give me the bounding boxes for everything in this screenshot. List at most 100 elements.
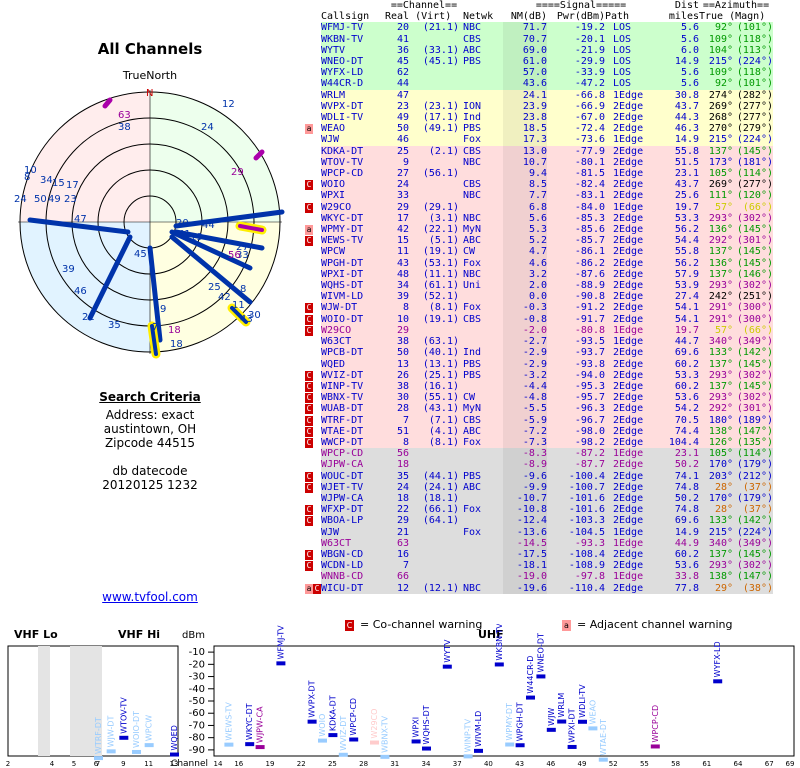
x-tick-label: 64 <box>734 760 743 768</box>
row-flag <box>305 56 321 68</box>
callsign-cell[interactable]: WKYC-DT <box>321 213 385 224</box>
callsign-cell[interactable]: WPMY-DT <box>321 224 385 235</box>
pwr-cell: -86.2 <box>574 257 605 269</box>
station-label: WJPW-CA <box>256 706 265 743</box>
site-link[interactable]: www.tvfool.com <box>0 590 300 604</box>
callsign-cell[interactable]: WVPX-DT <box>321 101 385 112</box>
virt-cell: (24.1) <box>422 481 459 493</box>
callsign-cell[interactable]: WTOV-TV <box>321 157 385 168</box>
callsign-cell[interactable]: W44CR-D <box>321 78 385 89</box>
callsign-cell[interactable]: WQED <box>321 359 385 370</box>
callsign-cell[interactable]: WKBN-TV <box>321 34 385 45</box>
callsign-cell[interactable]: WPCP-CD <box>321 168 385 179</box>
azimuth-true-cell: 138° <box>708 571 733 583</box>
callsign-cell[interactable]: WDLI-TV <box>321 112 385 123</box>
callsign-cell[interactable]: WUAB-DT <box>321 403 385 414</box>
callsign-cell[interactable]: WRLM <box>321 90 385 101</box>
callsign-cell[interactable]: W63CT <box>321 538 385 549</box>
station-label: WPCP-CD <box>349 698 358 736</box>
callsign-cell[interactable]: WQHS-DT <box>321 280 385 291</box>
azimuth-magn-cell: (300°) <box>736 302 773 314</box>
callsign-cell[interactable]: WJW <box>321 134 385 145</box>
callsign-cell[interactable]: WICU-DT <box>321 583 385 594</box>
cochannel-warning-icon: C <box>305 404 313 415</box>
callsign-cell[interactable]: WCDN-LD <box>321 560 385 571</box>
callsign-cell[interactable]: WPCW <box>321 246 385 257</box>
pwr-cell: -82.4 <box>574 179 605 191</box>
station-mark <box>307 719 317 724</box>
network-cell: PBS <box>463 358 482 370</box>
network-cell <box>463 515 503 526</box>
callsign-cell[interactable]: WVIZ-DT <box>321 370 385 381</box>
callsign-cell[interactable]: WJW-DT <box>321 302 385 313</box>
callsign-cell[interactable]: WBGN-CD <box>321 549 385 560</box>
polar-channel-label: 45 <box>134 249 147 260</box>
path-cell: 2Edge <box>613 156 644 168</box>
callsign-cell[interactable]: WNEO-DT <box>321 56 385 67</box>
callsign-cell[interactable]: WFMJ-TV <box>321 22 385 33</box>
azimuth-true-cell: 274° <box>708 89 733 101</box>
nm-cell: -2.0 <box>503 324 547 337</box>
path-cell: 2Edge <box>613 358 644 370</box>
x-tick-label: 22 <box>297 760 306 768</box>
callsign-cell[interactable]: WTRF-DT <box>321 415 385 426</box>
dist-cell: 44.7 <box>674 336 699 348</box>
azimuth-magn-cell: (142°) <box>736 347 773 359</box>
callsign-cell[interactable]: WEAO <box>321 123 385 134</box>
station-label: WIVM-LD <box>474 711 483 747</box>
x-tick-label: 61 <box>702 760 711 768</box>
callsign-cell[interactable]: WPXI-DT <box>321 269 385 280</box>
azimuth-true-cell: 28° <box>714 481 733 493</box>
network-cell: ABC <box>463 44 482 56</box>
callsign-cell[interactable]: WBOA-LP <box>321 515 385 526</box>
network-cell <box>463 459 503 470</box>
callsign-cell[interactable]: WJPW-CA <box>321 493 385 504</box>
callsign-cell[interactable]: WJET-TV <box>321 482 385 493</box>
callsign-cell[interactable]: KDKA-DT <box>321 146 385 157</box>
callsign-cell[interactable]: WINP-TV <box>321 381 385 392</box>
callsign-cell[interactable]: WEWS-TV <box>321 235 385 246</box>
nm-cell: -7.2 <box>503 425 547 437</box>
callsign-cell[interactable]: WWCP-DT <box>321 437 385 448</box>
callsign-cell[interactable]: WOIO <box>321 179 385 190</box>
pwr-cell: -84.0 <box>574 201 605 213</box>
callsign-cell[interactable]: WYTV <box>321 45 385 56</box>
dist-cell: 5.6 <box>680 78 699 90</box>
callsign-cell[interactable]: W29CO <box>321 202 385 213</box>
callsign-cell[interactable]: WOUC-DT <box>321 471 385 482</box>
path-cell: 2Edge <box>613 548 644 560</box>
callsign-cell[interactable]: WNNB-CD <box>321 571 385 582</box>
callsign-cell[interactable]: WPCB-DT <box>321 347 385 358</box>
callsign-cell[interactable]: WFXP-DT <box>321 504 385 515</box>
polar-channel-label: 50 <box>34 194 47 205</box>
polar-channel-label: 56 <box>228 250 241 261</box>
cochannel-warning-icon: C <box>305 202 313 213</box>
azimuth-magn-cell: (300°) <box>736 313 773 325</box>
virt-cell: (61.1) <box>422 280 459 292</box>
table-row: C W29CO 29 (29.1) 6.8 -84.0 1Edge 19.7 57° (66°) <box>305 201 773 213</box>
cochannel-warning-icon: C <box>305 393 313 404</box>
callsign-cell[interactable]: W29CO <box>321 325 385 336</box>
real-cell: 56 <box>396 448 409 460</box>
table-row: C WUAB-DT 28 (43.1) MyN -5.5 -96.3 2Edge 54.2 292… <box>305 403 773 415</box>
callsign-cell[interactable]: WTAE-DT <box>321 426 385 437</box>
callsign-cell[interactable]: WJPW-CA <box>321 459 385 470</box>
nm-cell: 4.6 <box>503 257 547 269</box>
callsign-cell[interactable]: WPCP-CD <box>321 448 385 459</box>
callsign-cell[interactable]: WJW <box>321 527 385 538</box>
cochannel-warning-icon: C <box>313 583 321 594</box>
callsign-cell[interactable]: WYFX-LD <box>321 67 385 78</box>
callsign-cell[interactable]: WOIO-DT <box>321 314 385 325</box>
callsign-cell[interactable]: WBNX-TV <box>321 392 385 403</box>
pwr-cell: -33.9 <box>574 67 605 79</box>
callsign-cell[interactable]: WPGH-DT <box>321 258 385 269</box>
station-label: WRLM <box>557 693 566 718</box>
azimuth-magn-cell: (277°) <box>736 179 773 191</box>
station-mark <box>578 719 587 724</box>
pwr-cell: -88.9 <box>574 280 605 292</box>
criteria-address: Address: exact <box>105 408 195 422</box>
callsign-cell[interactable]: WIVM-LD <box>321 291 385 302</box>
callsign-cell[interactable]: W63CT <box>321 336 385 347</box>
table-row: WJPW-CA 18 -8.9 -87.7 2Edge 50.2 170° (179°) <box>305 459 773 471</box>
callsign-cell[interactable]: WPXI <box>321 190 385 201</box>
